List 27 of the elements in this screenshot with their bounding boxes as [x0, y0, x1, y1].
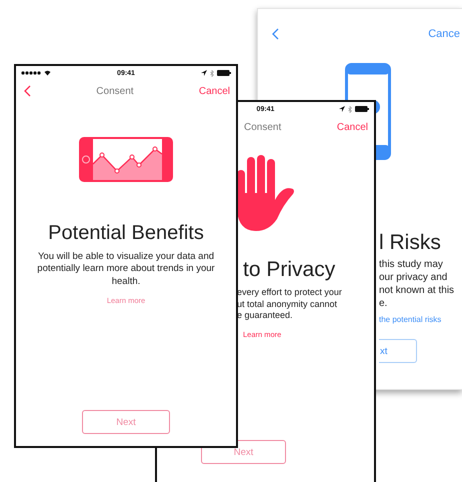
learn-more-link[interactable]: the potential risks	[379, 315, 442, 324]
raised-hand-icon	[237, 155, 297, 231]
location-arrow-icon	[201, 70, 207, 76]
back-button[interactable]	[272, 28, 279, 40]
back-chevron-icon	[272, 28, 279, 40]
nav-title: Consent	[96, 86, 134, 96]
cancel-button[interactable]: Cancel	[336, 122, 368, 132]
bluetooth-icon	[348, 106, 352, 112]
back-button[interactable]	[24, 85, 31, 97]
nav-title: Consent	[244, 122, 282, 132]
cancel-button[interactable]: Cancel	[198, 86, 230, 96]
bluetooth-icon	[210, 70, 214, 76]
next-button[interactable]: xt	[379, 339, 417, 363]
back-chevron-icon	[24, 85, 31, 97]
battery-icon	[217, 70, 231, 76]
body-text: You will be able to visualize your data and potentially learn more about trends in your health.	[36, 251, 216, 288]
screen-title: Potential Benefits	[48, 222, 204, 245]
screen-title: l Risks	[379, 231, 441, 255]
phone-chart-icon	[79, 137, 173, 182]
location-arrow-icon	[339, 106, 345, 112]
body-text: this study may our privacy and not known at this e.	[379, 258, 454, 310]
signal-dots-icon	[21, 71, 41, 75]
next-button[interactable]: Next	[82, 410, 170, 434]
cancel-button[interactable]: Cance	[428, 28, 460, 40]
screen-title: to Privacy	[243, 258, 336, 282]
wifi-icon	[44, 70, 51, 76]
battery-icon	[355, 106, 369, 112]
